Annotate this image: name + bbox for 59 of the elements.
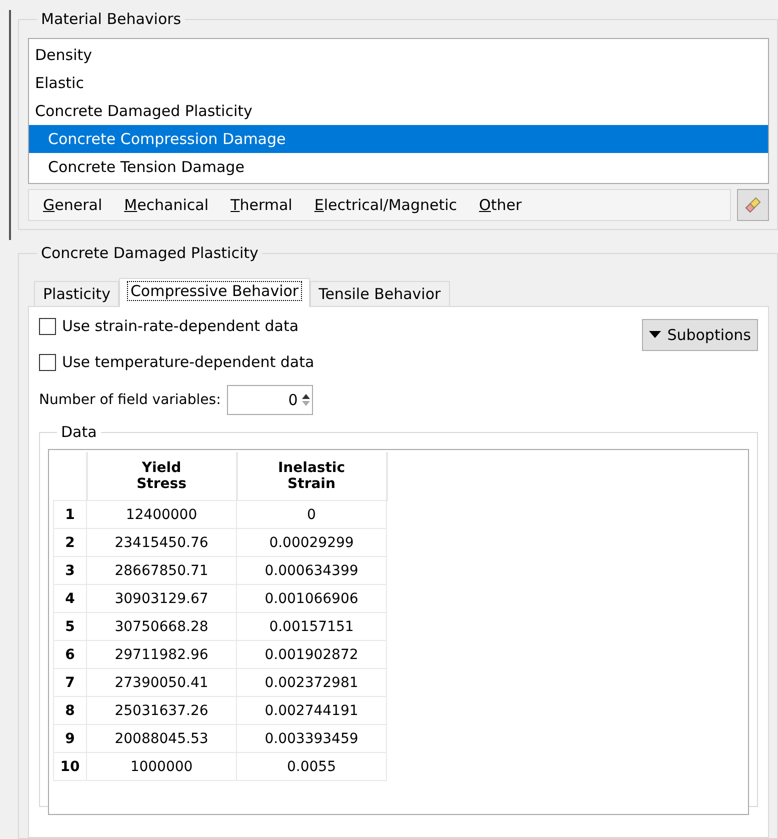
- row-number: 10: [54, 752, 86, 780]
- group-title: Data: [60, 423, 98, 441]
- table-cell: 12400000: [86, 500, 236, 528]
- group-title: Concrete Damaged Plasticity: [40, 244, 260, 262]
- menu-item[interactable]: Electrical/Magnetic: [314, 196, 458, 214]
- field-label: Number of field variables:: [39, 392, 221, 408]
- number-spinner[interactable]: 0: [226, 385, 313, 415]
- list-item[interactable]: Concrete Tension Damage: [29, 153, 768, 181]
- table-cell: 23415450.76: [86, 528, 236, 556]
- table-cell: 0.00029299: [236, 528, 386, 556]
- checkbox-label: Use temperature-dependent data: [62, 353, 314, 371]
- table-cell: 29711982.96: [86, 640, 236, 668]
- row-number: 9: [54, 724, 86, 752]
- row-number: 2: [54, 528, 86, 556]
- row-number: 7: [54, 668, 86, 696]
- column-header[interactable]: Inelastic Strain: [236, 452, 386, 500]
- row-number: 3: [54, 556, 86, 584]
- up-arrow-icon[interactable]: [300, 392, 312, 400]
- column-header[interactable]: Yield Stress: [86, 452, 236, 500]
- list-item[interactable]: Density: [29, 41, 768, 69]
- menu-item[interactable]: Mechanical: [124, 196, 209, 214]
- table-cell: 20088045.53: [86, 724, 236, 752]
- eraser-button[interactable]: [737, 189, 769, 221]
- checkbox[interactable]: [39, 318, 56, 334]
- list-item[interactable]: Elastic: [29, 69, 768, 97]
- row-number: 6: [54, 640, 86, 668]
- group-title: Material Behaviors: [40, 10, 182, 28]
- table-cell: 0.003393459: [236, 724, 386, 752]
- suboptions-button[interactable]: Suboptions: [642, 319, 758, 351]
- tab[interactable]: Compressive Behavior: [119, 278, 310, 307]
- table-cell: 30903129.67: [86, 584, 236, 612]
- table-cell: 0.002372981: [236, 668, 386, 696]
- table-cell: 27390050.41: [86, 668, 236, 696]
- checkbox-label: Use strain-rate-dependent data: [62, 317, 299, 335]
- tab[interactable]: Plasticity: [34, 281, 120, 306]
- table-cell: 0.002744191: [236, 696, 386, 724]
- tab[interactable]: Tensile Behavior: [310, 281, 450, 306]
- table-cell: 25031637.26: [86, 696, 236, 724]
- list-item[interactable]: Concrete Damaged Plasticity: [29, 97, 768, 125]
- table-cell: 0.001902872: [236, 640, 386, 668]
- eraser-icon: [744, 196, 762, 214]
- row-number: 5: [54, 612, 86, 640]
- table-cell: 0.0055: [236, 752, 386, 780]
- table-cell: 0: [236, 500, 386, 528]
- table-cell: 30750668.28: [86, 612, 236, 640]
- table-cell: 0.000634399: [236, 556, 386, 584]
- table-cell: 28667850.71: [86, 556, 236, 584]
- menu-item[interactable]: Other: [479, 196, 522, 214]
- list-item[interactable]: Concrete Compression Damage: [29, 125, 768, 153]
- table-cell: 1000000: [86, 752, 236, 780]
- menu-item[interactable]: Thermal: [230, 196, 292, 214]
- checkbox[interactable]: [39, 354, 56, 370]
- row-number: 8: [54, 696, 86, 724]
- menu-item[interactable]: General: [43, 196, 102, 214]
- row-number: 1: [54, 500, 86, 528]
- row-number: 4: [54, 584, 86, 612]
- table-cell: 0.00157151: [236, 612, 386, 640]
- table-cell: 0.001066906: [236, 584, 386, 612]
- caret-icon: [649, 331, 662, 339]
